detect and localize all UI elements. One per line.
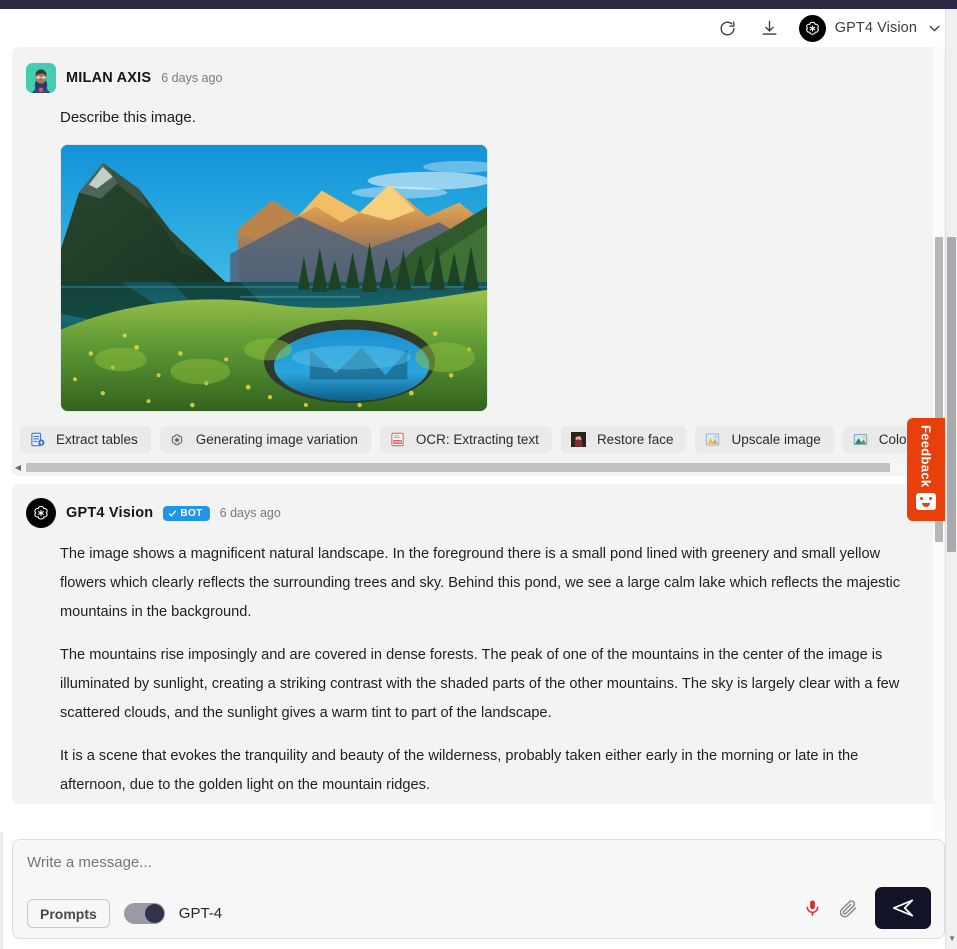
composer-right-controls <box>803 887 931 929</box>
send-button[interactable] <box>875 887 931 929</box>
refresh-icon[interactable] <box>715 15 741 41</box>
message-header: MILAN AXIS 6 days ago <box>12 63 945 93</box>
message-bot: GPT4 Vision BOT 6 days ago The image sho… <box>12 484 945 804</box>
chip-label: OCR: Extracting text <box>415 432 539 447</box>
chip-extract-tables[interactable]: Extract tables <box>20 426 151 453</box>
svg-text:OCR: OCR <box>394 440 402 444</box>
composer-left-controls: Prompts GPT-4 <box>27 899 222 928</box>
status-badge: BOT <box>163 505 210 521</box>
chip-upscale-image[interactable]: Upscale image <box>695 426 834 453</box>
avatar[interactable] <box>26 498 56 528</box>
gpt4-toggle-label: GPT-4 <box>178 905 223 922</box>
chat-app: GPT4 Vision MILAN AXIS 6 days ago Descri… <box>0 0 957 949</box>
scrollbar-track[interactable] <box>24 463 929 472</box>
message-timestamp: 6 days ago <box>161 71 223 85</box>
response-paragraph: The image shows a magnificent natural la… <box>60 546 901 620</box>
openai-logo-icon <box>169 431 186 448</box>
message-composer: Prompts GPT-4 <box>12 839 945 939</box>
openai-logo-icon <box>798 14 826 42</box>
message-body: Describe this image. <box>12 109 945 412</box>
paperclip-icon[interactable] <box>838 898 859 919</box>
page-scrollbar[interactable]: ▼ <box>945 9 957 949</box>
scroll-down-arrow-icon[interactable]: ▼ <box>948 934 956 943</box>
gpt4-toggle[interactable] <box>123 903 165 924</box>
chip-restore-face[interactable]: Restore face <box>560 426 687 453</box>
chip-label: Extract tables <box>56 432 138 447</box>
restore-face-icon <box>570 431 587 448</box>
response-paragraph: It is a scene that evokes the tranquilit… <box>60 748 859 793</box>
prompts-button[interactable]: Prompts <box>27 899 110 928</box>
message-text: Describe this image. <box>60 109 196 126</box>
message-user: MILAN AXIS 6 days ago Describe this imag… <box>12 47 945 476</box>
attached-image[interactable] <box>60 144 488 412</box>
smiley-face-icon <box>916 493 936 511</box>
feedback-tab[interactable]: Feedback <box>907 418 945 521</box>
microphone-icon[interactable] <box>803 897 822 919</box>
window-top-bar <box>0 0 957 9</box>
response-paragraph: The mountains rise imposingly and are co… <box>60 647 900 721</box>
download-icon[interactable] <box>757 15 783 41</box>
scrollbar-thumb[interactable] <box>26 463 890 472</box>
upscale-image-icon <box>704 431 721 448</box>
message-header: GPT4 Vision BOT 6 days ago <box>12 498 945 528</box>
extract-tables-icon <box>29 431 46 448</box>
chip-label: Upscale image <box>731 432 821 447</box>
status-badge-label: BOT <box>180 507 203 519</box>
send-icon <box>892 899 914 917</box>
image-action-chip-list: Extract tables Generating image variatio… <box>12 420 945 453</box>
message-body: The image shows a magnificent natural la… <box>12 540 945 800</box>
page-scrollbar-thumb[interactable] <box>947 237 956 552</box>
colorize-icon <box>852 431 869 448</box>
feedback-label: Feedback <box>918 425 934 488</box>
chips-horizontal-scrollbar[interactable]: ◀ ▶ <box>12 461 941 474</box>
check-icon <box>169 510 177 517</box>
chip-label: Generating image variation <box>195 432 358 447</box>
bot-selector[interactable]: GPT4 Vision <box>798 14 943 42</box>
message-sender: GPT4 Vision <box>66 505 154 521</box>
chevron-down-icon[interactable] <box>926 20 943 37</box>
scroll-left-arrow-icon[interactable]: ◀ <box>12 463 24 472</box>
chip-generating-image-variation[interactable]: Generating image variation <box>159 426 371 453</box>
chip-ocr-extracting-text[interactable]: OCR OCR: Extracting text <box>379 426 552 453</box>
toggle-knob <box>144 904 164 923</box>
chip-label: Restore face <box>596 432 674 447</box>
message-input[interactable] <box>27 854 727 871</box>
ocr-icon: OCR <box>389 431 406 448</box>
message-sender: MILAN AXIS <box>66 70 152 86</box>
message-timestamp: 6 days ago <box>219 506 281 520</box>
chat-header: GPT4 Vision <box>0 9 957 47</box>
avatar[interactable] <box>26 63 56 93</box>
bot-name-label: GPT4 Vision <box>834 20 917 36</box>
